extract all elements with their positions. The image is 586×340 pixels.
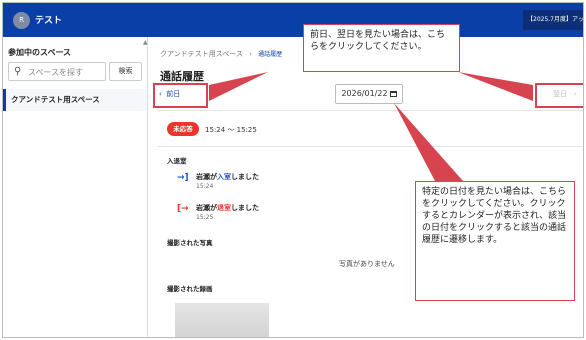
date-callout-box: 特定の日付を見たい場合は、こちらをクリックしてください。クリックするとカレンダー…: [415, 181, 575, 301]
next-pointer: [458, 72, 533, 101]
app-window: R テスト 【2025.7月度】アップデー ▲ 参加中のスペース ⚲ スペースを…: [2, 2, 584, 338]
prev-pointer: [209, 72, 268, 101]
next-highlight-box: [535, 83, 583, 108]
prev-highlight-box: [153, 83, 208, 108]
date-pointer: [394, 103, 463, 181]
top-callout-box: 前日、翌日を見たい場合は、こちらをクリックしてください。: [303, 24, 460, 72]
